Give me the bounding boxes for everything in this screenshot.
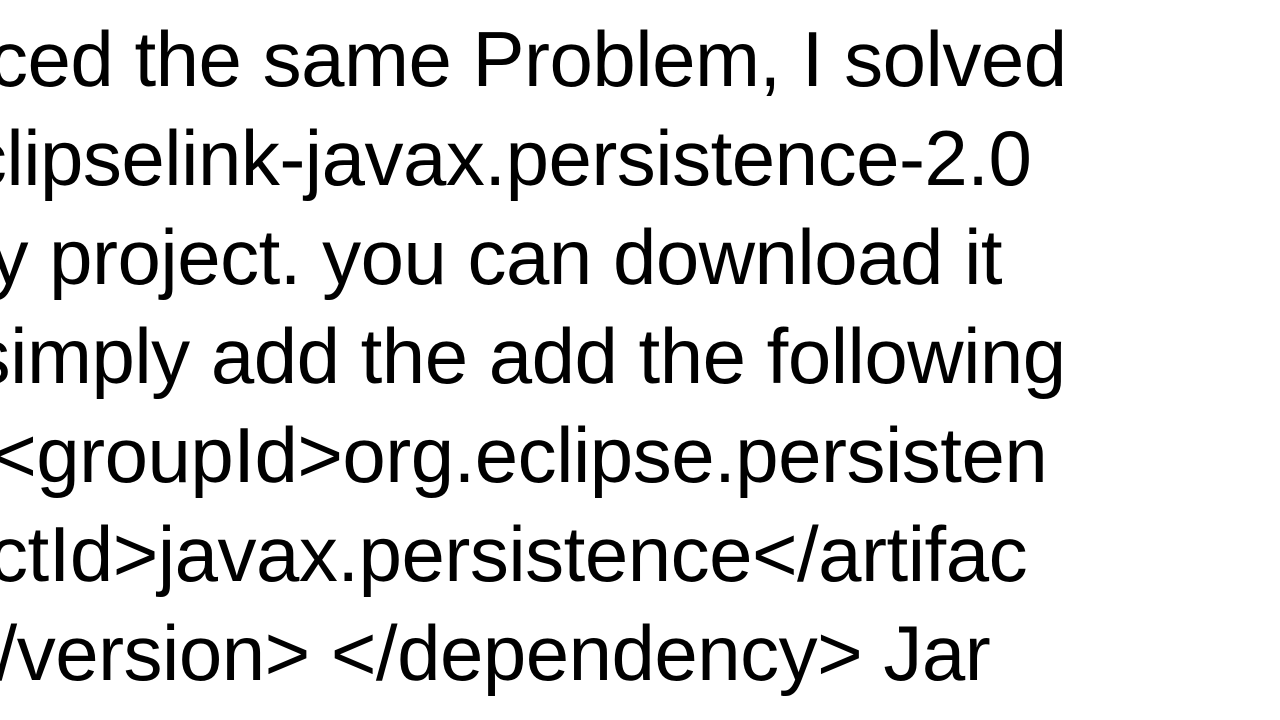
text-line-3: my project. you can download it — [0, 208, 1067, 307]
text-line-6: factId>javax.persistence</artifac — [0, 505, 1067, 604]
text-line-1: faced the same Problem, I solved — [0, 10, 1067, 109]
text-line-7: )</version> </dependency> Jar — [0, 604, 1067, 703]
text-line-5: > <groupId>org.eclipse.persisten — [0, 406, 1067, 505]
text-line-4: r simply add the add the following — [0, 307, 1067, 406]
document-text-block: faced the same Problem, I solved eclipse… — [0, 10, 1067, 703]
text-line-2: eclipselink-javax.persistence-2.0 — [0, 109, 1067, 208]
